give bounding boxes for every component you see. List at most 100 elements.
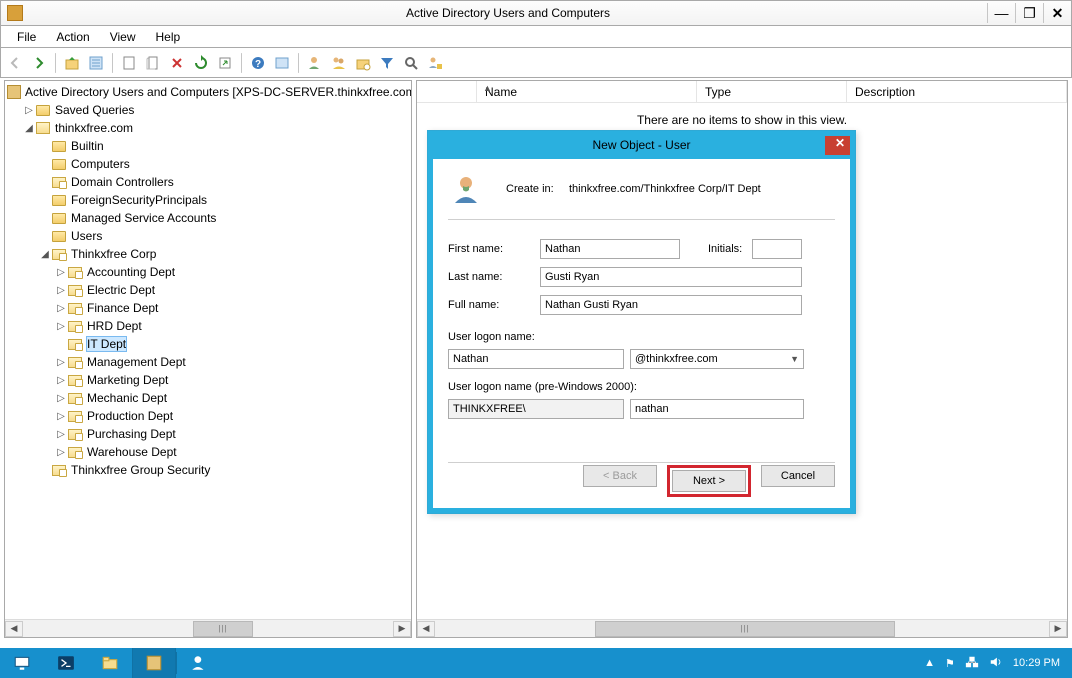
scroll-right-icon[interactable]: ▶ — [1049, 621, 1067, 637]
close-button[interactable]: ✕ — [1043, 3, 1071, 23]
tree-msa[interactable]: Managed Service Accounts — [71, 211, 216, 225]
col-name[interactable]: Name — [477, 81, 697, 102]
tree-builtin[interactable]: Builtin — [71, 139, 104, 153]
logon-name-input[interactable] — [448, 349, 624, 369]
tree-dept-purchasing[interactable]: Purchasing Dept — [87, 427, 176, 441]
tree-dept-hrd[interactable]: HRD Dept — [87, 319, 142, 333]
tree-dept-management[interactable]: Management Dept — [87, 355, 186, 369]
scroll-right-icon[interactable]: ▶ — [393, 621, 411, 637]
expander-icon[interactable]: ▷ — [55, 447, 67, 458]
expander-icon[interactable]: ▷ — [55, 393, 67, 404]
logon-name-label: User logon name: — [448, 331, 535, 343]
menu-view[interactable]: View — [100, 28, 146, 46]
upn-suffix-value: @thinkxfree.com — [635, 353, 718, 365]
tree-group-security[interactable]: Thinkxfree Group Security — [71, 463, 210, 477]
first-name-input[interactable] — [540, 239, 680, 259]
tree-dept-it[interactable]: IT Dept — [87, 337, 126, 351]
tree-saved-queries[interactable]: Saved Queries — [55, 103, 134, 117]
expander-icon[interactable]: ▷ — [55, 303, 67, 314]
tree-dept-mechanic[interactable]: Mechanic Dept — [87, 391, 167, 405]
next-button[interactable]: Next > — [672, 470, 746, 492]
scroll-left-icon[interactable]: ◀ — [417, 621, 435, 637]
forward-icon[interactable] — [29, 53, 49, 73]
expander-icon[interactable]: ▷ — [23, 105, 35, 116]
tree-dept-production[interactable]: Production Dept — [87, 409, 173, 423]
flag-icon[interactable]: ⚑ — [945, 657, 955, 670]
folder-icon — [52, 231, 66, 242]
new-ou-icon[interactable] — [353, 53, 373, 73]
copy-icon[interactable] — [143, 53, 163, 73]
tree-dept-accounting[interactable]: Accounting Dept — [87, 265, 175, 279]
logon-2000-input[interactable] — [630, 399, 804, 419]
window-title: Active Directory Users and Computers — [29, 6, 987, 20]
last-name-input[interactable] — [540, 267, 802, 287]
scroll-left-icon[interactable]: ◀ — [5, 621, 23, 637]
tree-users[interactable]: Users — [71, 229, 102, 243]
menu-help[interactable]: Help — [146, 28, 191, 46]
delete-icon[interactable] — [167, 53, 187, 73]
expander-icon[interactable]: ◢ — [23, 123, 35, 134]
network-icon[interactable] — [965, 655, 979, 672]
cancel-button[interactable]: Cancel — [761, 465, 835, 487]
ou-icon — [68, 339, 82, 350]
new-user-icon[interactable] — [305, 53, 325, 73]
expander-icon[interactable]: ◢ — [39, 249, 51, 260]
upn-suffix-select[interactable]: @thinkxfree.com ▼ — [630, 349, 804, 369]
minimize-button[interactable]: — — [987, 3, 1015, 23]
search-icon[interactable] — [401, 53, 421, 73]
task-powershell[interactable] — [44, 648, 88, 678]
expander-icon[interactable]: ▷ — [55, 321, 67, 332]
add-to-group-icon[interactable] — [425, 53, 445, 73]
clock[interactable]: 10:29 PM — [1013, 657, 1060, 669]
folder-icon — [52, 141, 66, 152]
expander-icon[interactable]: ▷ — [55, 285, 67, 296]
expander-icon[interactable]: ▷ — [55, 429, 67, 440]
back-icon[interactable] — [5, 53, 25, 73]
tree-root[interactable]: Active Directory Users and Computers [XP… — [25, 85, 411, 99]
find-icon[interactable] — [272, 53, 292, 73]
expander-icon[interactable]: ▷ — [55, 375, 67, 386]
col-description[interactable]: Description — [847, 81, 1067, 102]
tree-dept-warehouse[interactable]: Warehouse Dept — [87, 445, 177, 459]
initials-input[interactable] — [752, 239, 802, 259]
tree-dept-finance[interactable]: Finance Dept — [87, 301, 158, 315]
maximize-button[interactable]: ❐ — [1015, 3, 1043, 23]
export-icon[interactable] — [215, 53, 235, 73]
dialog-close-button[interactable]: ✕ — [825, 131, 855, 155]
task-mmc[interactable] — [177, 648, 221, 678]
tree-computers[interactable]: Computers — [71, 157, 130, 171]
cut-icon[interactable] — [119, 53, 139, 73]
tree-thinkxfree-corp[interactable]: Thinkxfree Corp — [71, 247, 156, 261]
ou-icon — [68, 429, 82, 440]
expander-icon[interactable]: ▷ — [55, 267, 67, 278]
full-name-input[interactable] — [540, 295, 802, 315]
tree-dept-marketing[interactable]: Marketing Dept — [87, 373, 168, 387]
up-icon[interactable] — [62, 53, 82, 73]
separator — [55, 53, 56, 73]
filter-icon[interactable] — [377, 53, 397, 73]
tree-hscrollbar[interactable]: ◀ ||| ▶ — [5, 619, 411, 637]
menu-file[interactable]: File — [7, 28, 46, 46]
task-aduc[interactable] — [132, 648, 176, 678]
tree-fsp[interactable]: ForeignSecurityPrincipals — [71, 193, 207, 207]
expander-icon[interactable]: ▷ — [55, 357, 67, 368]
tree[interactable]: Active Directory Users and Computers [XP… — [5, 81, 411, 619]
expander-icon[interactable]: ▷ — [55, 411, 67, 422]
list-hscrollbar[interactable]: ◀ ||| ▶ — [417, 619, 1067, 637]
tree-dept-electric[interactable]: Electric Dept — [87, 283, 155, 297]
back-button[interactable]: < Back — [583, 465, 657, 487]
dialog-title-bar[interactable]: New Object - User ✕ — [428, 131, 855, 159]
col-type[interactable]: Type — [697, 81, 847, 102]
new-group-icon[interactable] — [329, 53, 349, 73]
task-server-manager[interactable] — [0, 648, 44, 678]
properties-icon[interactable] — [86, 53, 106, 73]
help-icon[interactable]: ? — [248, 53, 268, 73]
taskbar: ▲ ⚑ 10:29 PM — [0, 648, 1072, 678]
volume-icon[interactable] — [989, 655, 1003, 672]
tree-domain[interactable]: thinkxfree.com — [55, 121, 133, 135]
tray-expand-icon[interactable]: ▲ — [924, 657, 935, 669]
menu-action[interactable]: Action — [46, 28, 99, 46]
tree-domain-controllers[interactable]: Domain Controllers — [71, 175, 174, 189]
refresh-icon[interactable] — [191, 53, 211, 73]
task-explorer[interactable] — [88, 648, 132, 678]
